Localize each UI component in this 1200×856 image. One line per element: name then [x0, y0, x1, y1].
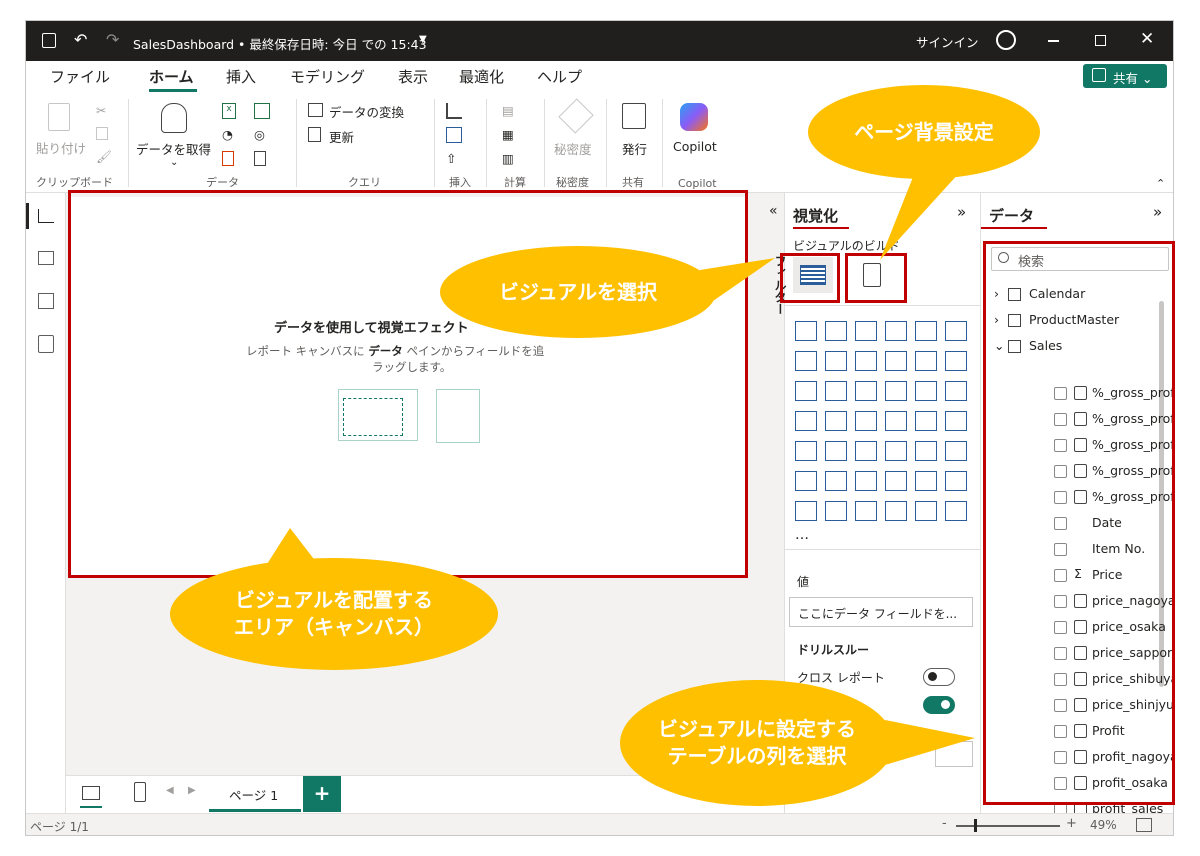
bg-pointer: [880, 172, 960, 260]
field-pointer: [885, 720, 975, 765]
callout-select-fields: ビジュアルに設定する テーブルの列を選択: [620, 680, 894, 806]
callout-field-line2: テーブルの列を選択: [667, 744, 847, 768]
callout-canvas-area: ビジュアルを配置する エリア（キャンバス）: [170, 558, 498, 670]
callout-select-visual: ビジュアルを選択: [440, 246, 716, 338]
callout-canvas-line2: エリア（キャンバス）: [234, 615, 434, 639]
callout-field-line1: ビジュアルに設定する: [658, 717, 856, 741]
callout-canvas-line1: ビジュアルを配置する: [235, 588, 433, 612]
callout-page-background: ページ背景設定: [808, 85, 1040, 179]
